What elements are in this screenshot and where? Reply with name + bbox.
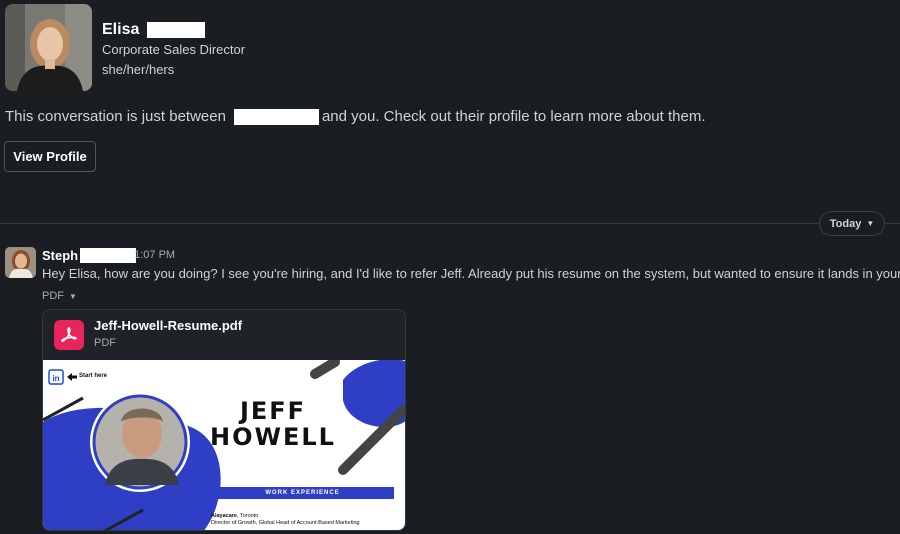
intro-prefix: This conversation is just between (5, 108, 226, 125)
job-company: Alayacare, Toronto (211, 513, 258, 519)
message-header: Steph 1:07 PM (42, 247, 175, 263)
svg-text:in: in (52, 374, 59, 383)
file-type: PDF (94, 337, 116, 349)
file-name[interactable]: Jeff-Howell-Resume.pdf (94, 318, 242, 333)
date-divider-button[interactable]: Today ▼ (819, 211, 885, 236)
message-timestamp[interactable]: 1:07 PM (134, 249, 175, 261)
resume-name: JEFF HOWELL (203, 398, 343, 450)
profile-avatar[interactable] (5, 4, 92, 91)
attachment-toggle-label: PDF (42, 290, 64, 302)
conversation-intro: This conversation is just between and yo… (5, 108, 706, 125)
redacted-last-name (147, 22, 206, 38)
redacted-user-mention (233, 108, 319, 125)
date-label: Today (829, 217, 862, 230)
profile-name[interactable]: Elisa (102, 21, 139, 39)
profile-title: Corporate Sales Director (102, 42, 246, 57)
pdf-icon (54, 320, 84, 350)
file-attachment-card[interactable]: Jeff-Howell-Resume.pdf PDF in Start here (42, 309, 406, 531)
sender-avatar[interactable] (5, 247, 36, 278)
profile-name-row: Elisa (102, 20, 206, 40)
company-name: Alayacare (211, 513, 237, 519)
start-here-text: Start here (79, 373, 108, 379)
caret-down-icon: ▼ (69, 291, 77, 301)
message-text: Hey Elisa, how are you doing? I see you'… (42, 266, 900, 281)
resume-preview[interactable]: in Start here JEFF HOWELL WORK EXPERIENC… (43, 360, 405, 530)
sender-name[interactable]: Steph (42, 248, 78, 263)
date-divider-line (0, 223, 900, 224)
redacted-sender-last-name (80, 247, 137, 263)
resume-name-line1: JEFF (239, 397, 307, 425)
chevron-down-icon: ▼ (866, 219, 875, 228)
resume-name-line2: HOWELL (210, 423, 336, 451)
profile-pronouns: she/her/hers (102, 62, 175, 77)
intro-suffix: and you. Check out their profile to lear… (321, 108, 706, 125)
attachment-toggle[interactable]: PDF ▼ (42, 290, 77, 302)
job-role: Director of Growth, Global Head of Accou… (211, 520, 360, 526)
work-experience-heading: WORK EXPERIENCE (211, 487, 394, 499)
view-profile-button[interactable]: View Profile (4, 141, 96, 172)
company-location: , Toronto (237, 513, 259, 519)
